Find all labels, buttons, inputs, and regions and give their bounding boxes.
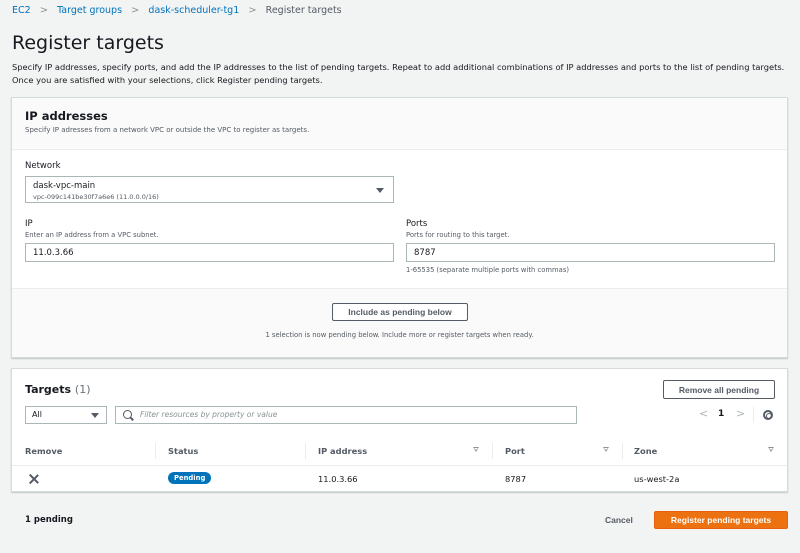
- targets-title-text: Targets: [25, 383, 72, 396]
- network-label: Network: [25, 161, 61, 171]
- column-remove: Remove: [25, 446, 63, 456]
- search-icon: [123, 410, 132, 419]
- caret-down-icon: [91, 413, 99, 418]
- filter-input[interactable]: Filter resources by property or value: [115, 406, 577, 424]
- sort-icon[interactable]: [768, 447, 774, 452]
- network-selected-name: dask-vpc-main: [33, 181, 96, 191]
- column-ip-address[interactable]: IP address: [318, 446, 367, 456]
- breadcrumb-target-groups[interactable]: Target groups: [57, 5, 122, 16]
- ip-input[interactable]: 11.0.3.66: [25, 243, 394, 262]
- ip-panel-footer: Include as pending below 1 selection is …: [12, 288, 787, 357]
- targets-title: Targets (1): [25, 383, 91, 396]
- column-divider: [305, 443, 306, 459]
- column-zone[interactable]: Zone: [634, 446, 657, 456]
- include-pending-button[interactable]: Include as pending below: [332, 303, 468, 321]
- close-icon[interactable]: [29, 474, 39, 484]
- chevron-right-icon: >: [248, 5, 257, 16]
- breadcrumb: EC2 > Target groups > dask-scheduler-tg1…: [12, 5, 342, 16]
- cell-ip-address: 11.0.3.66: [318, 474, 358, 484]
- targets-count: (1): [74, 383, 91, 396]
- column-divider: [622, 443, 623, 459]
- column-port[interactable]: Port: [505, 446, 525, 456]
- page-number[interactable]: 1: [718, 409, 724, 419]
- column-divider: [492, 443, 493, 459]
- pending-count: 1 pending: [25, 515, 73, 525]
- breadcrumb-target-group[interactable]: dask-scheduler-tg1: [148, 5, 239, 16]
- table-row: Pending 11.0.3.66 8787 us-west-2a: [12, 466, 787, 492]
- cancel-button[interactable]: Cancel: [605, 515, 633, 525]
- cell-zone: us-west-2a: [634, 474, 680, 484]
- page-description: Specify IP addresses, specify ports, and…: [12, 62, 785, 85]
- chevron-left-icon[interactable]: <: [699, 407, 708, 420]
- ip-label: IP: [25, 219, 33, 229]
- targets-panel: Targets (1) Remove all pending All Filte…: [11, 368, 788, 492]
- chevron-right-icon: >: [131, 5, 140, 16]
- table-header: Remove Status IP address Port Zone: [12, 435, 787, 466]
- cell-port: 8787: [505, 474, 527, 484]
- status-badge: Pending: [168, 472, 212, 484]
- column-status: Status: [168, 446, 199, 456]
- ports-label: Ports: [406, 219, 428, 229]
- remove-all-pending-button[interactable]: Remove all pending: [663, 380, 775, 399]
- ports-hint: Ports for routing to this target.: [406, 231, 510, 239]
- breadcrumb-current: Register targets: [265, 5, 342, 16]
- caret-down-icon: [376, 188, 384, 193]
- network-select[interactable]: dask-vpc-main vpc-099c141be30f7a6e6 (11.…: [25, 176, 394, 203]
- sort-icon[interactable]: [473, 447, 479, 452]
- network-selected-detail: vpc-099c141be30f7a6e6 (11.0.0.0/16): [33, 193, 159, 201]
- ip-addresses-panel: IP addresses Specify IP adresses from a …: [11, 97, 788, 358]
- pager-divider: [753, 407, 754, 423]
- filter-select[interactable]: All: [25, 406, 107, 424]
- breadcrumb-ec2[interactable]: EC2: [12, 5, 31, 16]
- chevron-right-icon: >: [39, 5, 49, 16]
- filter-placeholder: Filter resources by property or value: [140, 410, 278, 419]
- ip-panel-header: IP addresses Specify IP adresses from a …: [12, 98, 787, 150]
- ip-panel-subtitle: Specify IP adresses from a network VPC o…: [25, 126, 310, 134]
- pending-message: 1 selection is now pending below. Includ…: [265, 331, 534, 339]
- ip-hint: Enter an IP address from a VPC subnet.: [25, 231, 159, 239]
- page-title: Register targets: [12, 32, 164, 54]
- ip-panel-title: IP addresses: [25, 109, 108, 123]
- ports-input[interactable]: 8787: [406, 243, 775, 262]
- ports-constraint: 1-65535 (separate multiple ports with co…: [406, 266, 570, 274]
- column-divider: [155, 443, 156, 459]
- sort-icon[interactable]: [603, 447, 609, 452]
- filter-select-value: All: [32, 410, 42, 419]
- gear-icon[interactable]: [763, 410, 773, 420]
- chevron-right-icon[interactable]: >: [736, 407, 745, 420]
- register-pending-targets-button[interactable]: Register pending targets: [654, 511, 788, 529]
